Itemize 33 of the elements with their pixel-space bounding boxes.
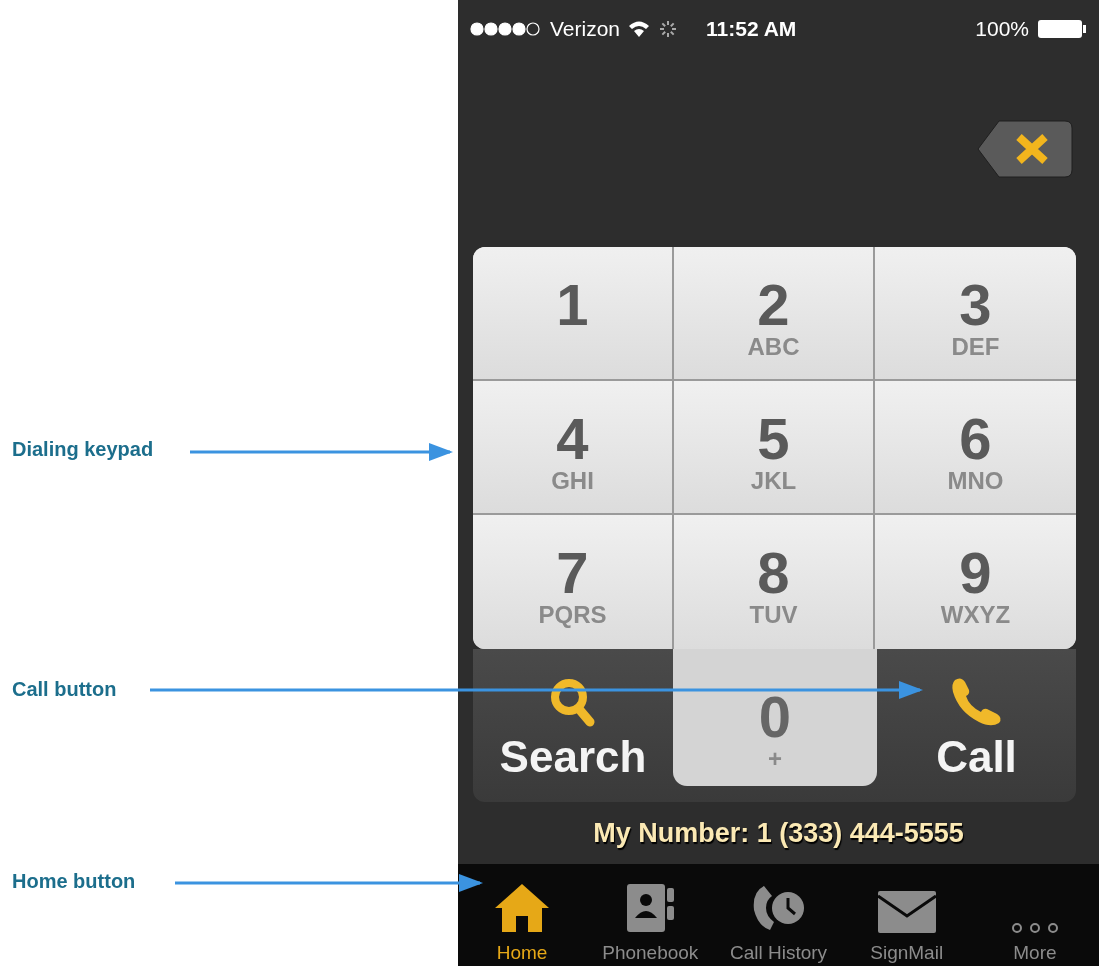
battery-icon: [1037, 19, 1087, 39]
tab-bar-item[interactable]: More: [970, 864, 1099, 966]
status-time: 11:52 AM: [706, 17, 797, 41]
backspace-button[interactable]: [977, 120, 1073, 178]
search-icon: [550, 678, 596, 728]
dial-key[interactable]: 0 +: [673, 649, 877, 786]
dial-key[interactable]: 7 PQRS: [473, 515, 674, 649]
signal-dots-icon: [470, 22, 542, 36]
carrier-name: Verizon: [550, 17, 621, 41]
dial-key[interactable]: 9 WXYZ: [875, 515, 1076, 649]
tab-bar-item[interactable]: Home: [458, 864, 587, 966]
spinner-icon: [658, 19, 679, 39]
dial-key[interactable]: 4 GHI: [473, 381, 674, 515]
tab-bar-item[interactable]: SignMail: [842, 864, 971, 966]
phonebook-icon: [624, 882, 677, 934]
dial-key[interactable]: 2 ABC: [674, 247, 875, 381]
call-button[interactable]: Call: [877, 649, 1076, 802]
envelope-icon: [876, 890, 937, 934]
tab-bar-item[interactable]: Phonebook: [586, 864, 715, 966]
callout-label: Call button: [12, 678, 117, 701]
dial-key[interactable]: 1: [473, 247, 674, 381]
tab-bar-item[interactable]: Call History: [714, 864, 843, 966]
dial-key[interactable]: 5 JKL: [674, 381, 875, 515]
search-button[interactable]: Search: [473, 649, 673, 802]
dial-key[interactable]: 3 DEF: [875, 247, 1076, 381]
more-icon: [1010, 922, 1059, 934]
callout-label: Home button: [12, 870, 136, 893]
callout-label: Dialing keypad: [12, 438, 154, 461]
my-number-text: My Number: 1 (333) 444-5555: [592, 816, 965, 850]
battery-percent: 100%: [975, 17, 1029, 41]
dial-key[interactable]: 8 TUV: [674, 515, 875, 649]
wifi-icon: [628, 20, 651, 38]
dial-key[interactable]: 6 MNO: [875, 381, 1076, 515]
